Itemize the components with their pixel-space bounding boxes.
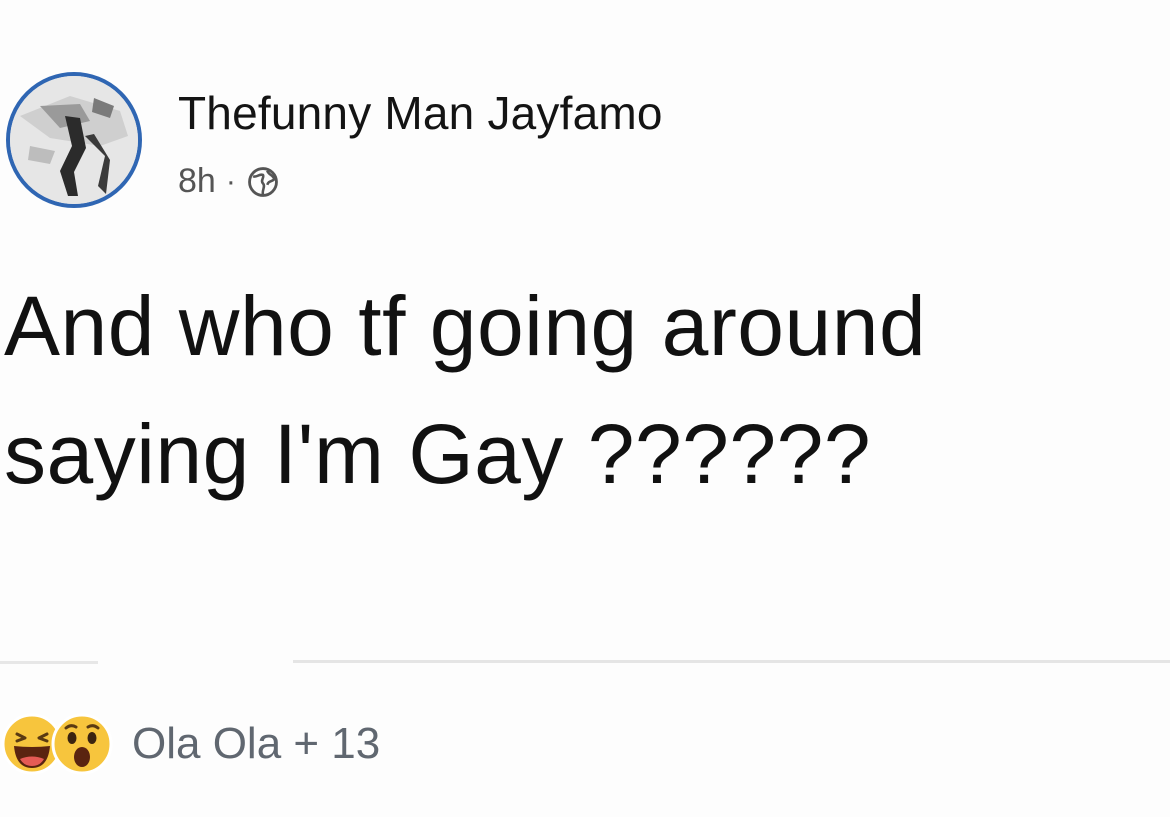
author-name[interactable]: Thefunny Man Jayfamo bbox=[178, 86, 663, 140]
globe-icon[interactable] bbox=[246, 165, 280, 199]
reaction-summary[interactable]: Ola Ola + 13 bbox=[132, 719, 380, 769]
post-body: And who tf going around saying I'm Gay ?… bbox=[4, 262, 1154, 518]
author-avatar[interactable] bbox=[6, 72, 142, 208]
divider bbox=[0, 661, 98, 664]
wow-icon bbox=[51, 713, 113, 775]
post-meta: 8h · bbox=[178, 162, 280, 201]
meta-separator: · bbox=[225, 164, 236, 198]
divider bbox=[293, 660, 1170, 663]
facebook-post: Thefunny Man Jayfamo 8h · And who tf goi… bbox=[0, 0, 1170, 817]
post-time[interactable]: 8h bbox=[178, 162, 216, 201]
post-text-line: And who tf going around bbox=[4, 279, 927, 373]
post-text-line: saying I'm Gay ?????? bbox=[4, 407, 872, 501]
profile-photo-icon bbox=[10, 76, 138, 204]
reactions-bar[interactable]: Ola Ola + 13 bbox=[0, 712, 380, 776]
